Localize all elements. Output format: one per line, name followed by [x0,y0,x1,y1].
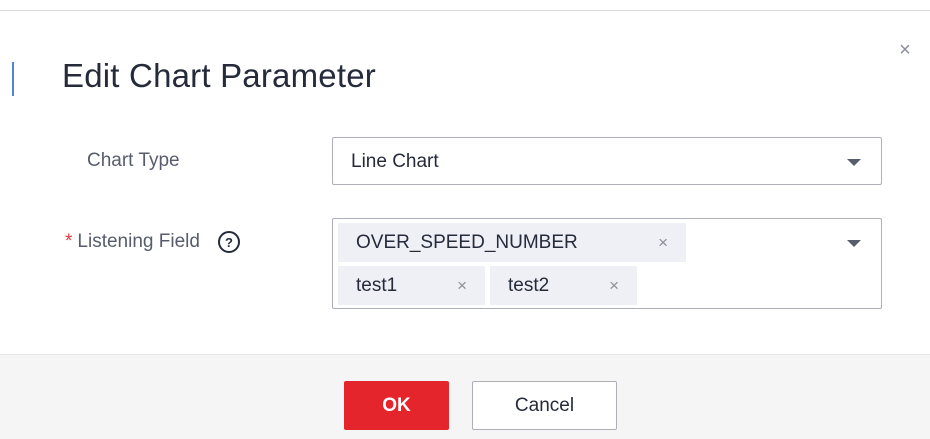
selected-tag: OVER_SPEED_NUMBER × [338,223,686,262]
accent-bar [12,62,14,96]
tag-label: OVER_SPEED_NUMBER [356,231,578,253]
remove-tag-icon[interactable]: × [609,276,619,296]
remove-tag-icon[interactable]: × [658,233,668,253]
chart-type-label: Chart Type [87,150,180,171]
chart-type-row: Chart Type Line Chart [0,137,930,185]
dialog-footer: OK Cancel [0,354,930,439]
remove-tag-icon[interactable]: × [457,276,467,296]
help-icon[interactable]: ? [217,231,240,253]
tag-label: test2 [508,274,550,296]
listening-field-label: Listening Field [77,231,200,252]
chevron-down-icon[interactable] [847,159,861,166]
close-icon[interactable]: × [895,40,915,60]
selected-tag: test1 × [338,266,485,305]
dialog-title: Edit Chart Parameter [62,57,376,94]
top-divider [0,10,930,11]
selected-tag: test2 × [490,266,637,305]
tag-label: test1 [356,274,398,296]
chevron-down-icon[interactable] [847,240,861,247]
ok-button[interactable]: OK [344,381,449,430]
chart-type-value: Line Chart [351,151,439,172]
listening-field-row: * Listening Field ? OVER_SPEED_NUMBER × … [0,218,930,309]
required-marker: * [65,231,73,252]
chart-type-select[interactable]: Line Chart [332,137,882,185]
listening-field-label-group: * Listening Field ? [65,231,240,253]
listening-field-multiselect[interactable]: OVER_SPEED_NUMBER × test1 × test2 × [332,218,882,309]
cancel-button[interactable]: Cancel [472,381,617,430]
